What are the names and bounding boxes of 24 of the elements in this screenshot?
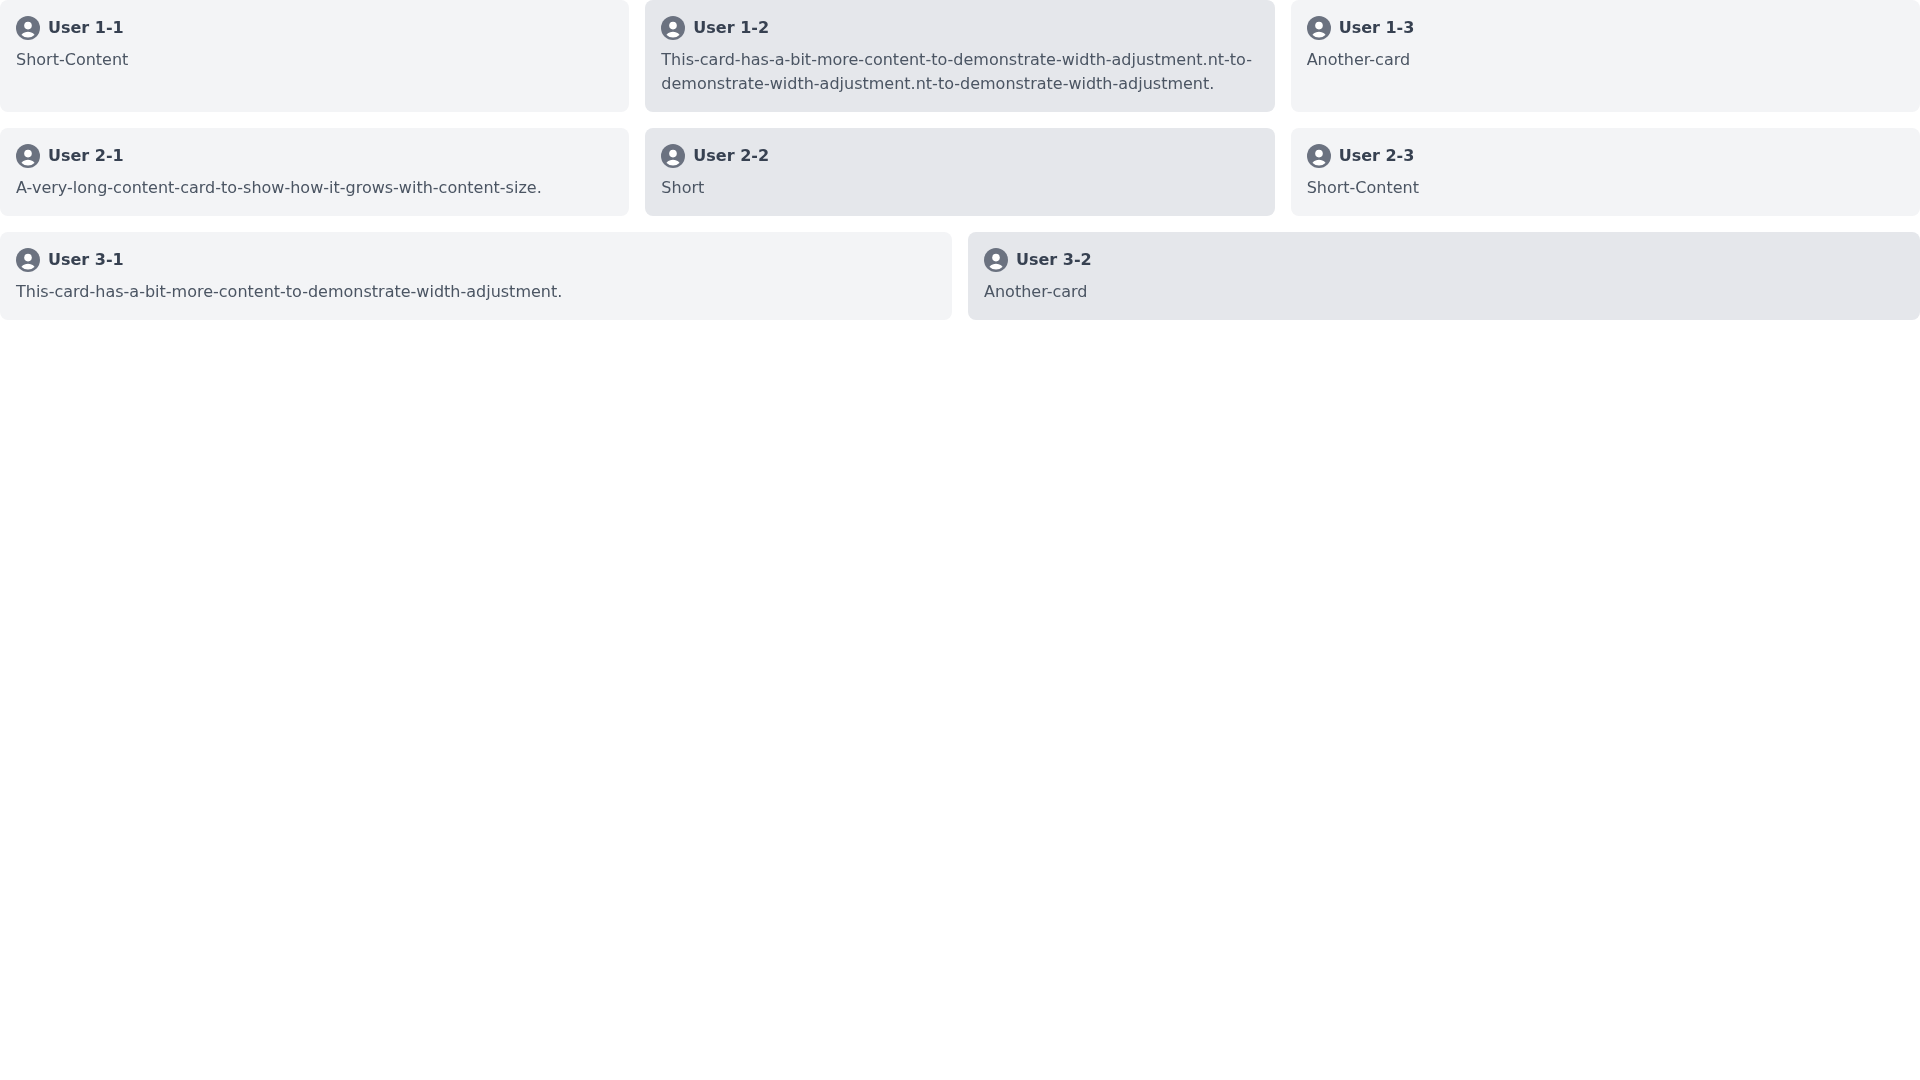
- card-content: Another-card: [1306, 49, 1412, 71]
- card-content: Short-Content: [16, 49, 130, 71]
- user-name: User 1-2: [693, 17, 770, 39]
- user-name: User 2-2: [693, 145, 770, 167]
- card-content: This-card-has-a-bit-more-content-to-demonstrate-width-adjustment.: [16, 281, 564, 303]
- user-name: User 1-1: [48, 17, 124, 39]
- user-name: User 3-1: [48, 249, 124, 271]
- user-name: User 2-3: [1338, 145, 1415, 167]
- card-content: Short: [661, 177, 706, 199]
- user-avatar-icon: [661, 16, 686, 40]
- user-name: User 3-2: [1016, 249, 1092, 271]
- card-content: This-card-has-a-bit-more-content-to-demonstrate-width-adjustment.nt-to-demonstrate-width-adjustment.nt-to-demonstrate-width-adjustment.: [661, 49, 1253, 95]
- user-avatar-icon: [16, 248, 40, 272]
- user-avatar-icon: [984, 248, 1008, 272]
- user-avatar-icon: [1306, 144, 1331, 168]
- user-avatar-icon: [16, 144, 40, 168]
- user-name: User 1-3: [1338, 17, 1415, 39]
- user-name: User 2-1: [48, 145, 124, 167]
- user-avatar-icon: [661, 144, 686, 168]
- user-avatar-icon: [1306, 16, 1331, 40]
- card-content: Another-card: [984, 281, 1089, 303]
- card-content: Short-Content: [1306, 177, 1420, 199]
- card-content: A-very-long-content-card-to-show-how-it-grows-with-content-size.: [16, 177, 543, 199]
- user-avatar-icon: [16, 16, 40, 40]
